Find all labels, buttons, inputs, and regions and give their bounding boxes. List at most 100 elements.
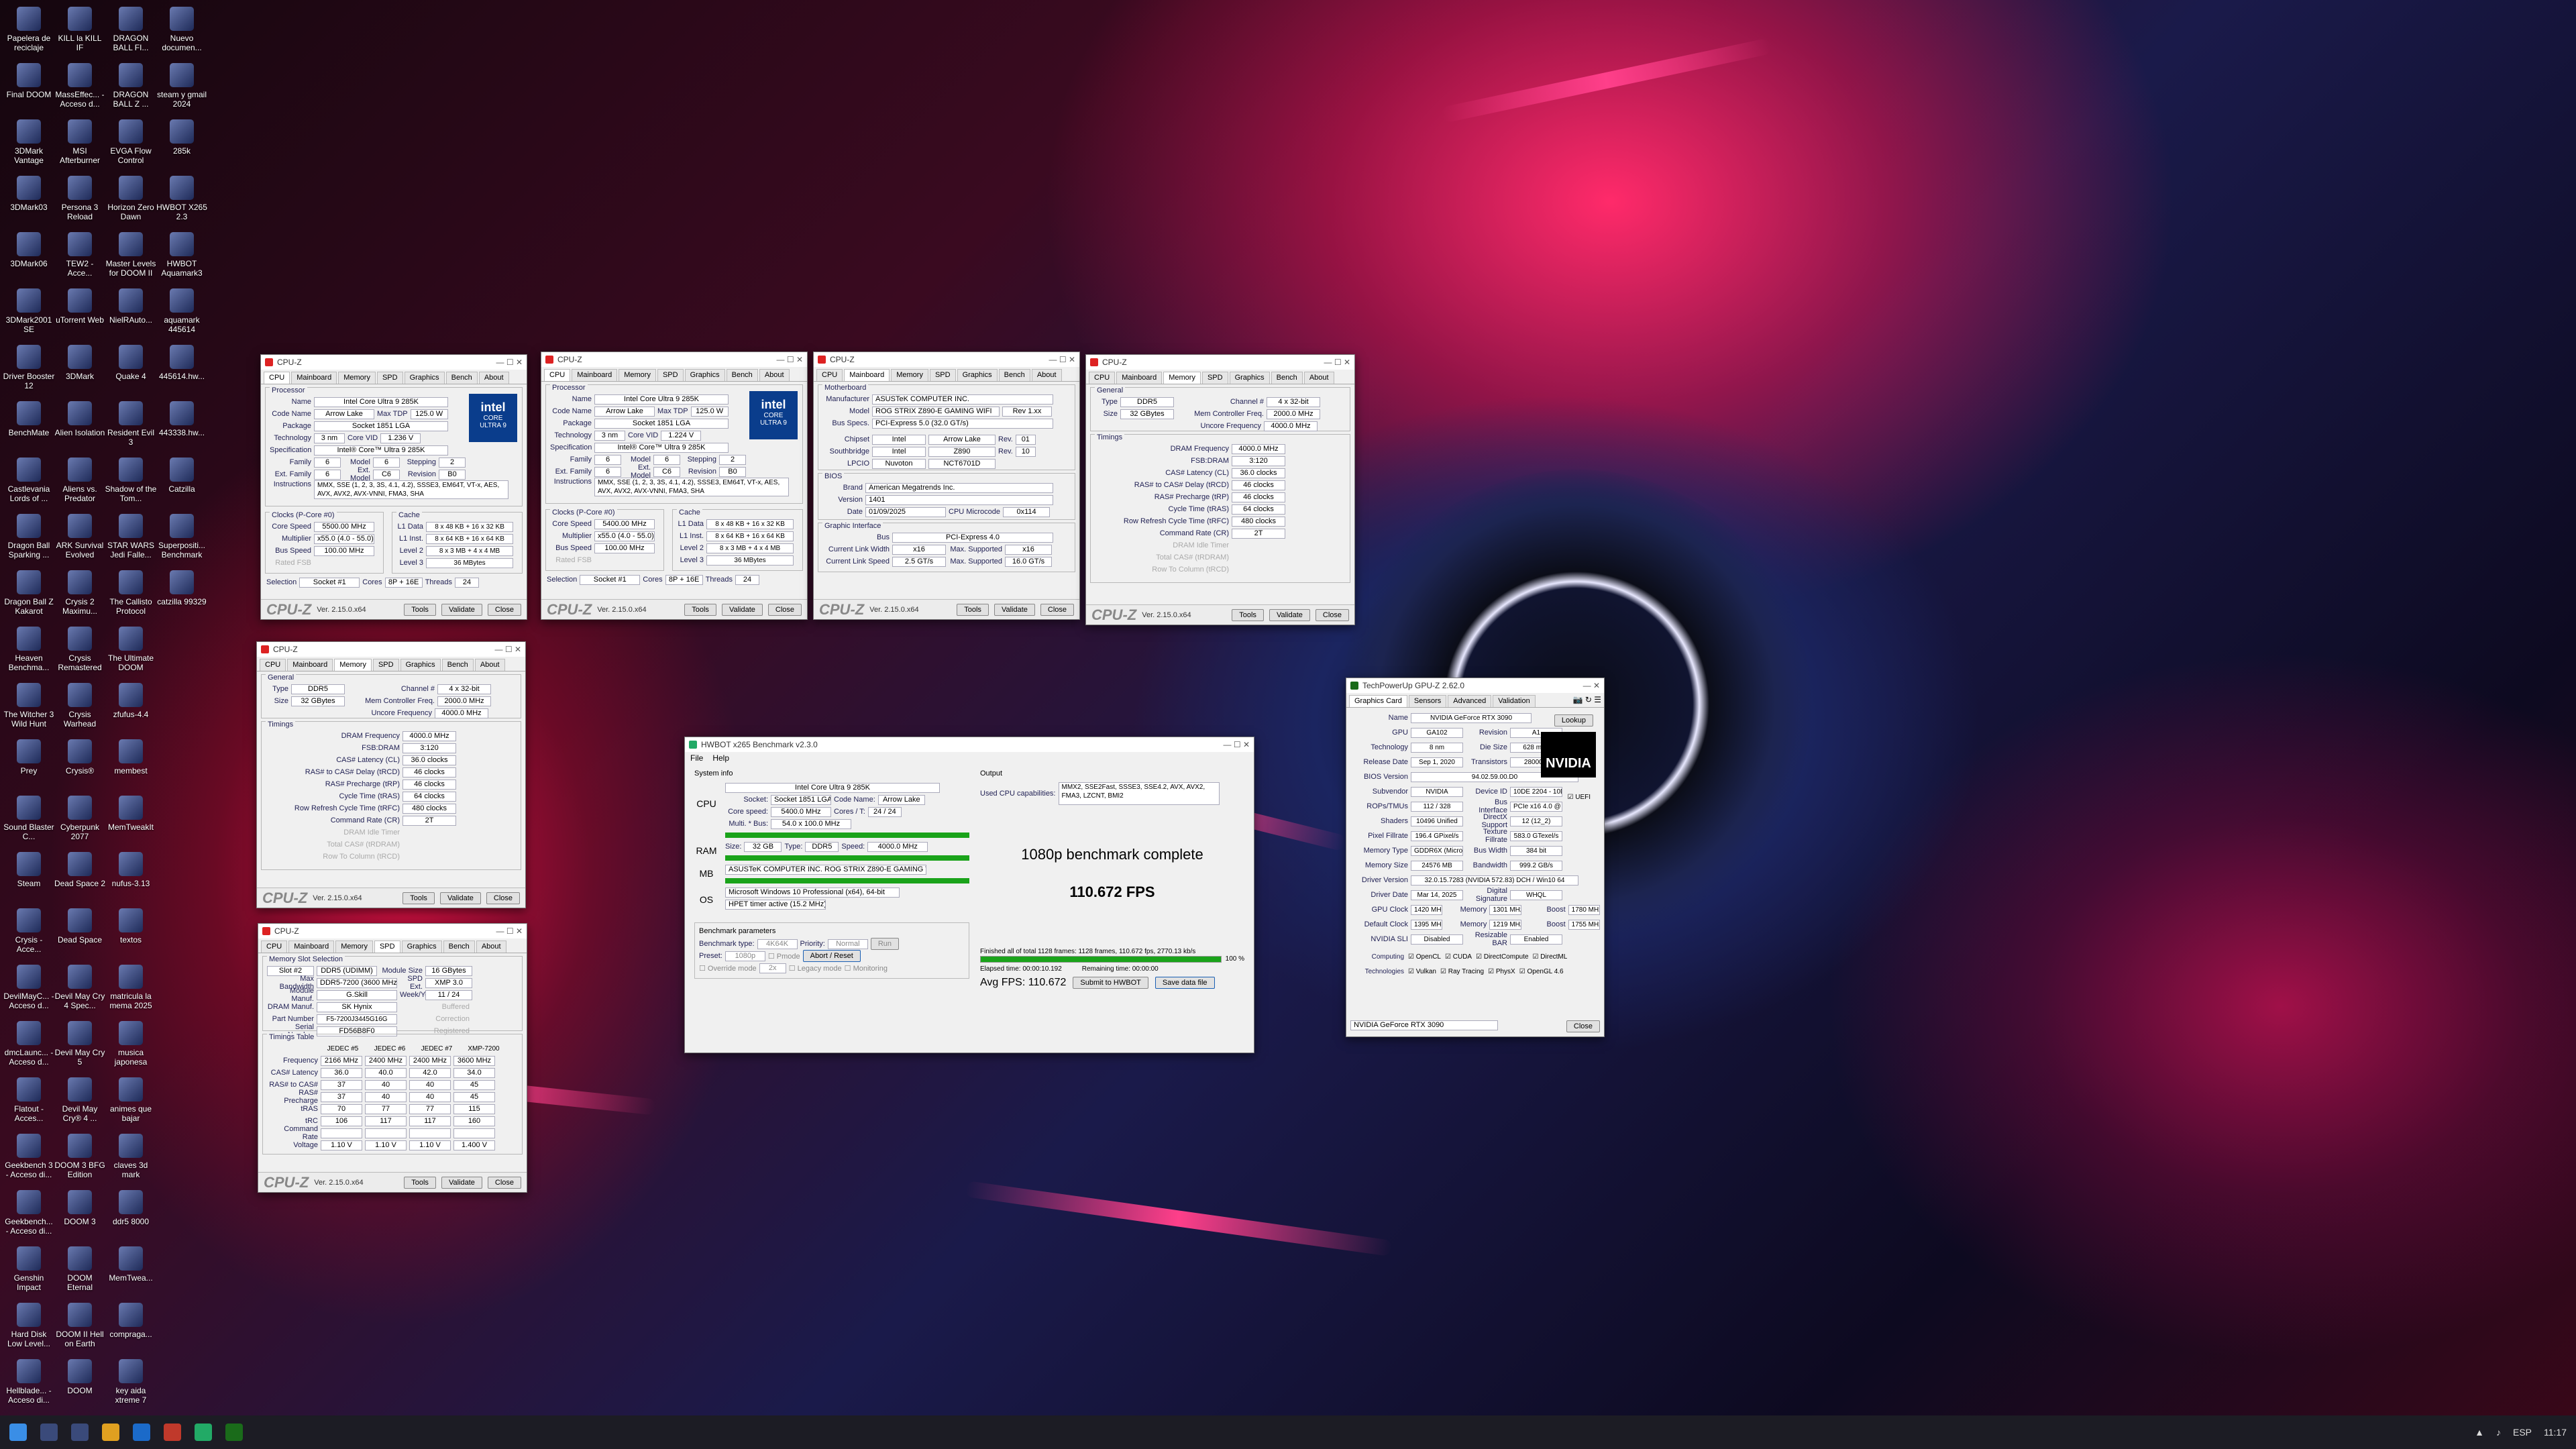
desktop-icon[interactable]: ARK Survival Evolved (54, 511, 106, 561)
close-button[interactable]: Close (487, 1176, 521, 1189)
desktop-icon[interactable]: HWBOT Aquamark3 (156, 229, 208, 279)
desktop-icon[interactable]: 3DMark Vantage (3, 117, 55, 166)
volume-icon[interactable]: ♪ (2496, 1427, 2501, 1438)
clock[interactable]: 11:17 (2544, 1427, 2567, 1438)
abort-reset-button[interactable]: Abort / Reset (802, 950, 861, 962)
desktop-icon[interactable]: Master Levels for DOOM II (105, 229, 157, 279)
validate-button[interactable]: Validate (441, 603, 482, 616)
tab-mainboard[interactable]: Mainboard (287, 659, 333, 671)
title-bar[interactable]: CPU-Z — ☐ ✕ (541, 352, 807, 367)
tab-cpu[interactable]: CPU (261, 941, 288, 953)
title-bar[interactable]: HWBOT x265 Benchmark v2.3.0 — ☐ ✕ (685, 737, 1254, 752)
desktop-icon[interactable]: MemTwea... (105, 1244, 157, 1293)
desktop-icon[interactable]: HWBOT X265 2.3 (156, 173, 208, 223)
tools-button[interactable]: Tools (684, 603, 716, 616)
benchmark-type-select[interactable]: 4K64K (757, 938, 798, 949)
cpuz-window-cpu-1[interactable]: CPU-Z — ☐ ✕ CPU Mainboard Memory SPD Graphics… (260, 354, 527, 620)
close-button[interactable]: Close (487, 603, 521, 616)
window-controls[interactable]: — ☐ ✕ (777, 355, 803, 364)
gpuz-taskbar-icon[interactable] (225, 1424, 243, 1441)
tab-bench[interactable]: Bench (1271, 372, 1303, 384)
desktop-icon[interactable]: Shadow of the Tom... (105, 455, 157, 504)
tools-button[interactable]: Tools (402, 892, 435, 904)
desktop-icon[interactable]: Flatout - Acces... (3, 1075, 55, 1124)
title-bar[interactable]: CPU-Z — ☐ ✕ (258, 924, 527, 938)
tools-button[interactable]: Tools (1232, 608, 1264, 621)
desktop-icon[interactable]: DOOM 3 (54, 1187, 106, 1237)
tab-spd[interactable]: SPD (374, 941, 400, 953)
tab-mainboard[interactable]: Mainboard (844, 369, 890, 381)
validate-button[interactable]: Validate (1269, 608, 1310, 621)
tab-cpu[interactable]: CPU (544, 369, 571, 381)
desktop-icon[interactable]: The Witcher 3 Wild Hunt (3, 680, 55, 730)
tab-bench[interactable]: Bench (443, 941, 475, 953)
desktop-icon[interactable]: 3DMark03 (3, 173, 55, 223)
title-bar[interactable]: CPU-Z — ☐ ✕ (1086, 355, 1354, 370)
title-bar[interactable]: CPU-Z — ☐ ✕ (261, 355, 527, 370)
tab-mainboard[interactable]: Mainboard (291, 372, 337, 384)
desktop-icon[interactable]: zfufus-4.4 (105, 680, 157, 730)
tools-button[interactable]: Tools (404, 603, 436, 616)
tab-mainboard[interactable]: Mainboard (1116, 372, 1163, 384)
tab-about[interactable]: About (1303, 372, 1334, 384)
desktop-icon[interactable]: Dead Space 2 (54, 849, 106, 899)
file-explorer-icon[interactable] (71, 1424, 89, 1441)
desktop-icon[interactable]: uTorrent Web (54, 286, 106, 335)
priority-select[interactable]: Normal (827, 938, 868, 949)
tab-memory[interactable]: Memory (1163, 372, 1201, 384)
desktop-icon[interactable]: Aliens vs. Predator (54, 455, 106, 504)
window-controls[interactable]: — ☐ ✕ (496, 358, 523, 367)
close-button[interactable]: Close (1315, 608, 1349, 621)
desktop-icon[interactable]: Dragon Ball Z Kakarot (3, 568, 55, 617)
cpuz-taskbar-icon[interactable] (164, 1424, 181, 1441)
desktop-icon[interactable]: membest (105, 737, 157, 786)
toolbar-icons[interactable]: 📷 ↻ ☰ (1573, 695, 1601, 707)
tab-graphics[interactable]: Graphics (401, 941, 442, 953)
edge-icon[interactable] (133, 1424, 150, 1441)
network-icon[interactable]: ▲ (2475, 1427, 2484, 1438)
desktop-icon[interactable]: Nuevo documen... (156, 4, 208, 54)
desktop-icon[interactable]: compraga... (105, 1300, 157, 1350)
desktop-icon[interactable]: Prey (3, 737, 55, 786)
desktop-icon[interactable]: STAR WARS Jedi Falle... (105, 511, 157, 561)
desktop-icon[interactable]: BenchMate (3, 398, 55, 448)
desktop-icon[interactable]: Crysis - Acce... (3, 906, 55, 955)
tools-button[interactable]: Tools (404, 1176, 436, 1189)
tab-about[interactable]: About (474, 659, 505, 671)
desktop-icon[interactable]: Crysis 2 Maximu... (54, 568, 106, 617)
desktop-icon[interactable]: DRAGON BALL FI... (105, 4, 157, 54)
preset-select[interactable]: 1080p (724, 951, 765, 961)
tab-bench[interactable]: Bench (445, 372, 478, 384)
desktop-icon[interactable]: Superpositi... Benchmark (156, 511, 208, 561)
desktop-icon[interactable]: Devil May Cry® 4 ... (54, 1075, 106, 1124)
tab-memory[interactable]: Memory (891, 369, 928, 381)
tools-button[interactable]: Tools (957, 603, 989, 616)
submit-hwbot-button[interactable]: Submit to HWBOT (1073, 977, 1148, 989)
desktop-icon[interactable]: Catzilla (156, 455, 208, 504)
desktop-icon[interactable]: Castlevania Lords of ... (3, 455, 55, 504)
desktop-icon[interactable]: DOOM (54, 1356, 106, 1406)
validate-button[interactable]: Validate (439, 892, 481, 904)
desktop-icon[interactable]: 285k (156, 117, 208, 166)
gpuz-window[interactable]: TechPowerUp GPU-Z 2.62.0 — ✕ Graphics Car… (1346, 678, 1605, 1037)
window-controls[interactable]: — ☐ ✕ (1224, 740, 1250, 749)
search-icon[interactable] (40, 1424, 58, 1441)
tab-validation[interactable]: Validation (1493, 695, 1536, 707)
tab-spd[interactable]: SPD (376, 372, 403, 384)
tab-mainboard[interactable]: Mainboard (572, 369, 618, 381)
desktop-icon[interactable]: steam y gmail 2024 (156, 60, 208, 110)
desktop-icon[interactable]: Devil May Cry 5 (54, 1018, 106, 1068)
menu-file[interactable]: File (690, 753, 703, 763)
tab-cpu[interactable]: CPU (816, 369, 843, 381)
override-value[interactable]: 2x (759, 963, 786, 973)
desktop-icon[interactable]: Alien Isolation (54, 398, 106, 448)
desktop-icon[interactable]: Hellblade... - Acceso di... (3, 1356, 55, 1406)
tab-about[interactable]: About (478, 372, 509, 384)
desktop-icon[interactable]: animes que bajar (105, 1075, 157, 1124)
desktop-icon[interactable]: Geekbench 3 - Acceso di... (3, 1131, 55, 1181)
window-controls[interactable]: — ☐ ✕ (496, 926, 523, 936)
desktop-icon[interactable]: Crysis Warhead (54, 680, 106, 730)
tab-mainboard[interactable]: Mainboard (288, 941, 335, 953)
desktop-icon[interactable]: key aida xtreme 7 (105, 1356, 157, 1406)
desktop-icon[interactable]: 443338.hw... (156, 398, 208, 448)
